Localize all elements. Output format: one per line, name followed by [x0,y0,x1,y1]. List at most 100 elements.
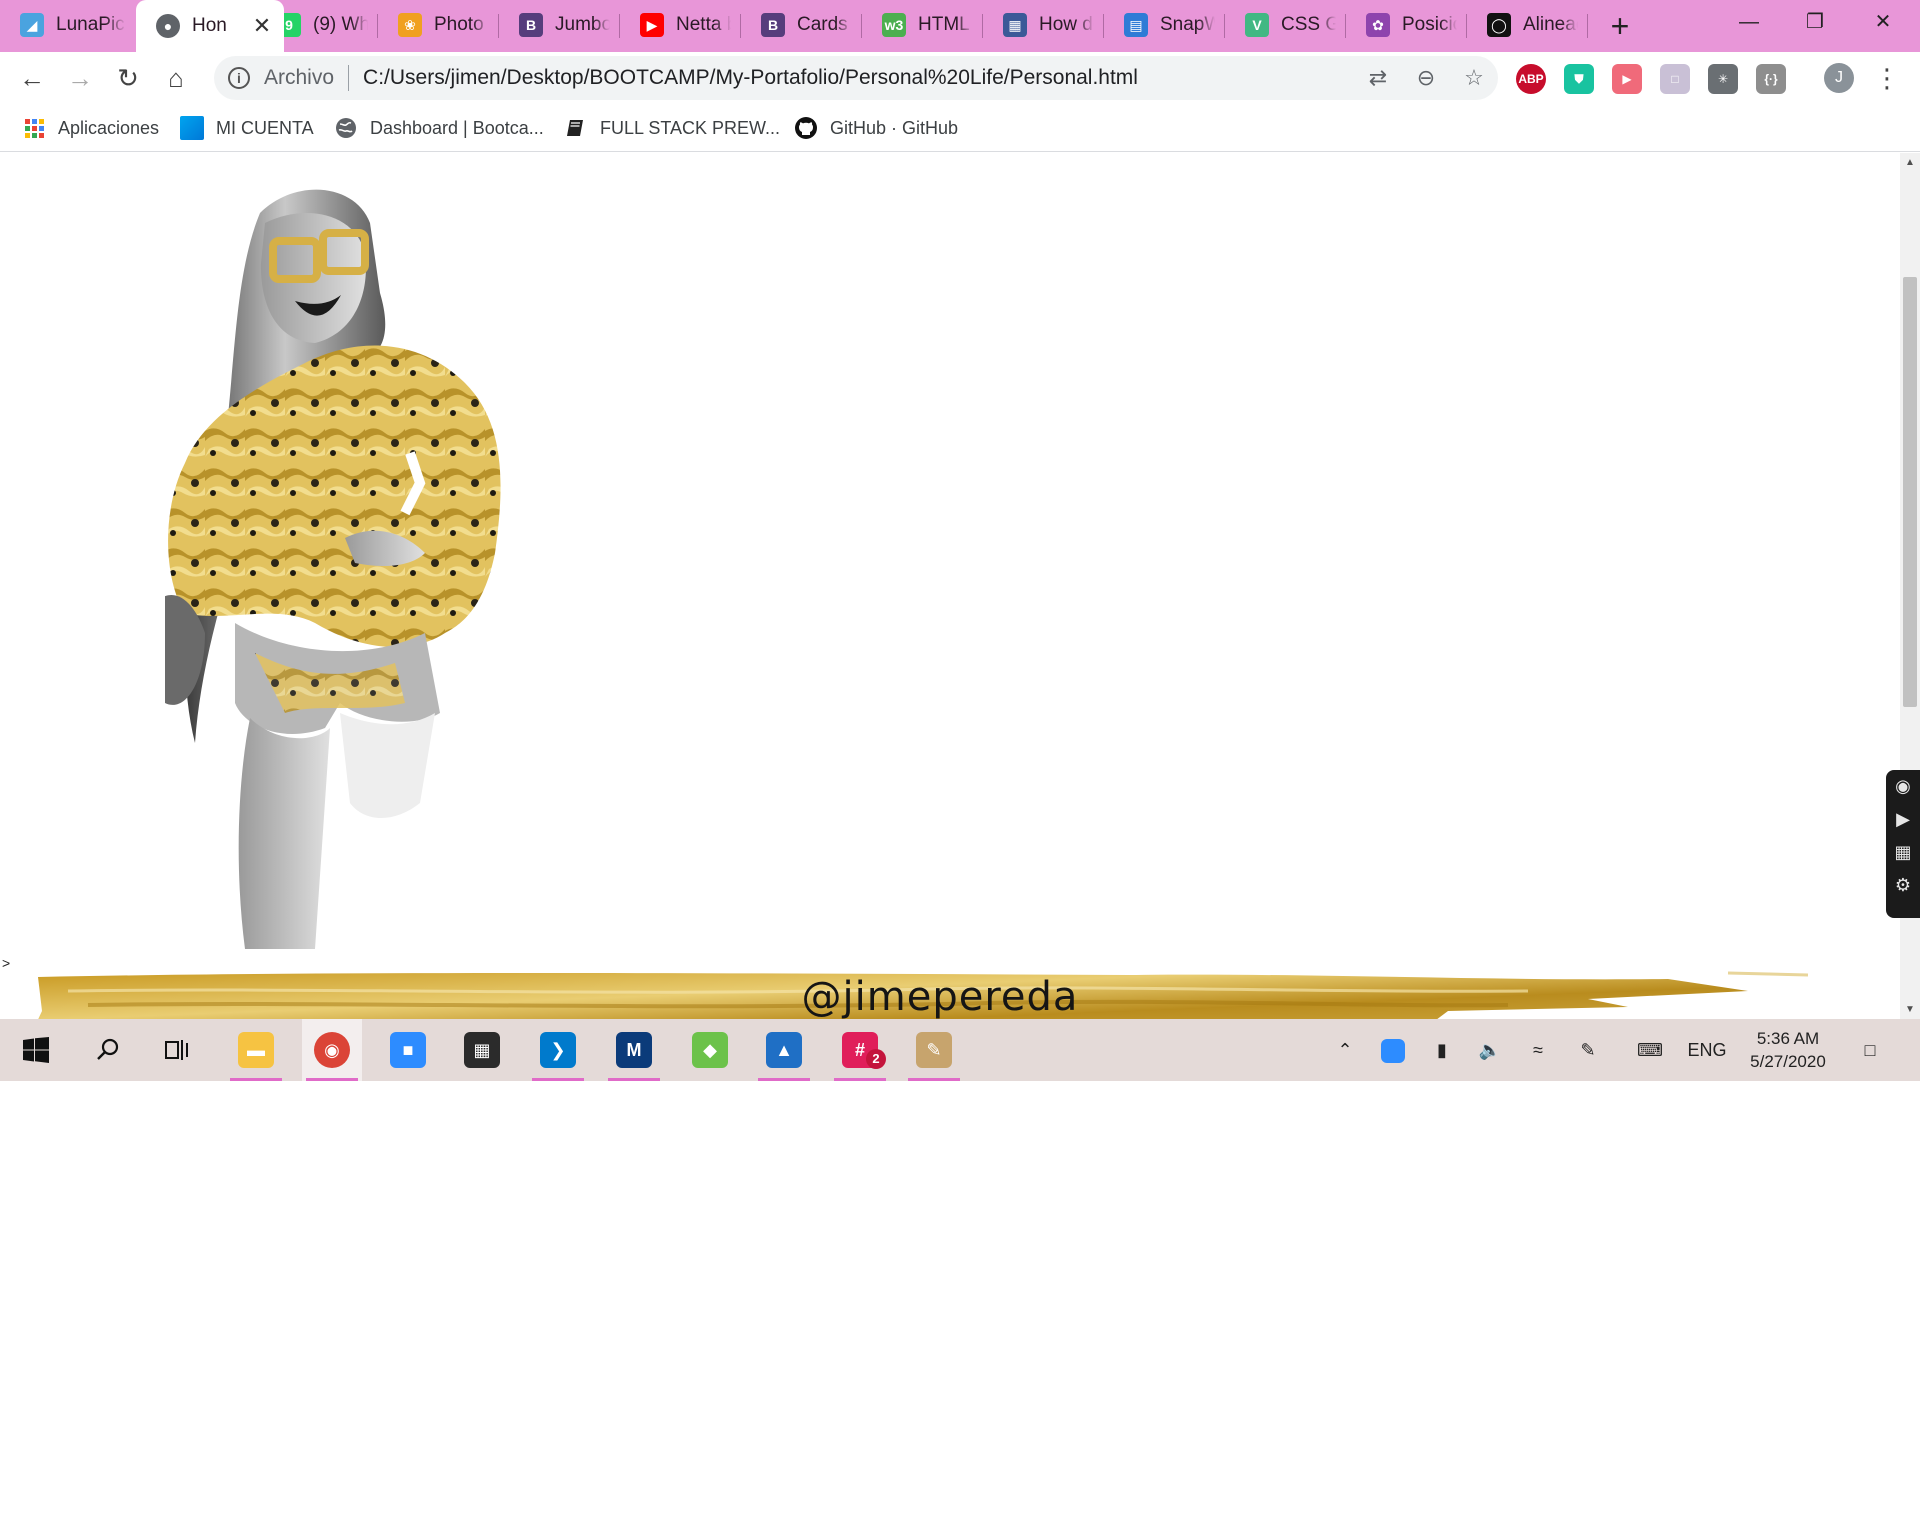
pinwheel-icon: ❀ [398,13,422,37]
scroll-up-arrow[interactable]: ▲ [1900,157,1920,168]
taskbar-app-slack[interactable]: #2 [830,1019,890,1081]
tab-11[interactable]: ✿ Posición [1346,0,1467,50]
taskbar-app-git[interactable]: ◆ [680,1019,740,1081]
bookmark-full-stack[interactable]: FULL STACK PREW... [564,114,780,142]
tab-10[interactable]: V CSS Gri [1225,0,1346,50]
adblock-plus-icon[interactable]: ABP [1516,64,1546,94]
search-icon [97,1038,119,1060]
tab-title: Photo E [434,14,489,35]
bookmark-apps[interactable]: Aplicaciones [22,114,159,142]
ring-icon: ◯ [1487,13,1511,37]
snapwidget-icon: ▤ [1124,13,1148,37]
taskbar-app-file-explorer[interactable]: ▬ [226,1019,286,1081]
tab-3[interactable]: ❀ Photo E [378,0,499,50]
bootstrap-icon: B [761,13,785,37]
close-tab-icon[interactable]: ✕ [252,13,272,39]
tab-6[interactable]: B Cards · [741,0,862,50]
tray-overflow-icon[interactable]: ⌃ [1330,1019,1360,1081]
pen-icon[interactable]: ✎ [1570,1019,1606,1081]
scrollbar-thumb[interactable] [1903,277,1917,707]
eye-dropper-extension-icon[interactable]: ✳ [1708,64,1738,94]
bookmark-mi-cuenta[interactable]: MI CUENTA [180,114,314,142]
stackoverflow-blocks-icon: ▦ [1003,13,1027,37]
language-indicator[interactable]: ENG [1682,1019,1732,1081]
new-tab-button[interactable]: + [1600,6,1640,46]
taskbar-app-mindmanager[interactable]: M [604,1019,664,1081]
tab-title: (9) Wha [313,14,368,35]
tab-1[interactable]: ● Hon ✕ [136,0,284,52]
wifi-icon[interactable]: ≈ [1520,1019,1556,1081]
photos-icon: ▲ [766,1032,802,1068]
taskbar-app-chrome[interactable]: ◉ [302,1019,362,1081]
translate-icon[interactable]: ⇄ [1354,65,1402,91]
tab-7[interactable]: w3 HTML v [862,0,983,50]
w3schools-icon: w3 [882,13,906,37]
close-window-button[interactable]: ✕ [1850,0,1916,44]
tab-title: CSS Gri [1281,14,1336,35]
settings-icon[interactable]: ⚙ [1886,869,1920,902]
tab-4[interactable]: B Jumbot [499,0,620,50]
scroll-down-arrow[interactable]: ▼ [1900,1004,1920,1015]
video-icon[interactable]: ▶ [1886,803,1920,836]
bookmark-star-icon[interactable]: ☆ [1450,65,1498,91]
clock[interactable]: 5:36 AM 5/27/2020 [1732,1027,1844,1073]
page-viewport: > @jimepereda [0,153,1900,1019]
keyboard-icon[interactable]: ⌨ [1630,1019,1670,1081]
shield-extension-icon[interactable]: ⛊ [1564,64,1594,94]
gallery-icon[interactable]: ▦ [1886,836,1920,869]
zoom-out-icon[interactable]: ⊖ [1402,65,1450,91]
vscode-icon: ❯ [540,1032,576,1068]
restore-button[interactable]: ❐ [1782,0,1848,44]
home-button[interactable]: ⌂ [156,58,196,98]
profile-avatar[interactable]: J [1824,63,1854,93]
bookmark-dashboard[interactable]: Dashboard | Bootca... [334,114,544,142]
taskbar-app-zoom[interactable]: ■ [378,1019,438,1081]
taskbar-app-store[interactable]: ▦ [452,1019,512,1081]
address-bar[interactable]: i Archivo C:/Users/jimen/Desktop/BOOTCAM… [214,56,1498,100]
tab-5[interactable]: ▶ Netta b [620,0,741,50]
search-button[interactable] [78,1019,138,1081]
paint-icon: ✎ [916,1032,952,1068]
zoom-icon: ■ [390,1032,426,1068]
task-view-button[interactable] [148,1019,208,1081]
lunapic-icon: ◢ [20,13,44,37]
tab-title: Cards · [797,14,852,35]
start-button[interactable] [6,1019,66,1081]
tab-title: How dc [1039,14,1094,35]
reload-button[interactable]: ↻ [108,58,148,98]
bookmark-label: Dashboard | Bootca... [370,117,544,138]
tab-title: Hon [192,15,227,36]
stray-chevron-text: > [2,955,11,971]
tab-12[interactable]: ◯ Alineac [1467,0,1588,50]
info-icon[interactable]: i [228,67,250,89]
menu-kebab-icon[interactable]: ⋮ [1872,58,1902,98]
taskbar-app-photos[interactable]: ▲ [754,1019,814,1081]
instagram-handle: @jimepereda [0,974,1900,1019]
code-extension-icon[interactable]: {·} [1756,64,1786,94]
taskbar-app-paint[interactable]: ✎ [904,1019,964,1081]
volume-icon[interactable]: 🔈 [1472,1019,1508,1081]
globe-icon: ● [156,14,180,38]
back-button[interactable]: ← [12,58,52,98]
store-icon: ▦ [464,1032,500,1068]
minimize-button[interactable]: — [1716,0,1782,44]
camera-icon[interactable]: ◉ [1886,770,1920,803]
task-view-icon [165,1040,188,1060]
note-extension-icon[interactable]: □ [1660,64,1690,94]
tab-8[interactable]: ▦ How dc [983,0,1104,50]
bookmark-github[interactable]: GitHub · GitHub [794,114,958,142]
notification-badge: 2 [866,1049,886,1069]
play-extension-icon[interactable]: ▶ [1612,64,1642,94]
bookmark-label: MI CUENTA [216,117,314,138]
forward-button[interactable]: → [60,58,100,98]
notifications-icon[interactable]: □ [1850,1019,1890,1081]
windows-taskbar: ⌃ ▮ 🔈 ≈ ✎ ⌨ ENG 5:36 AM 5/27/2020 □ ▬ ◉ ■ ▦… [0,1019,1920,1081]
tab-title: HTML v [918,14,973,35]
url-text[interactable]: C:/Users/jimen/Desktop/BOOTCAMP/My-Porta… [363,66,1354,90]
zoom-tray-icon[interactable] [1376,1019,1410,1081]
tab-0[interactable]: ◢ LunaPic [0,0,136,50]
tab-9[interactable]: ▤ SnapWi [1104,0,1225,50]
taskbar-app-vscode[interactable]: ❯ [528,1019,588,1081]
battery-icon[interactable]: ▮ [1424,1019,1460,1081]
tab-title: Netta b [676,14,731,35]
